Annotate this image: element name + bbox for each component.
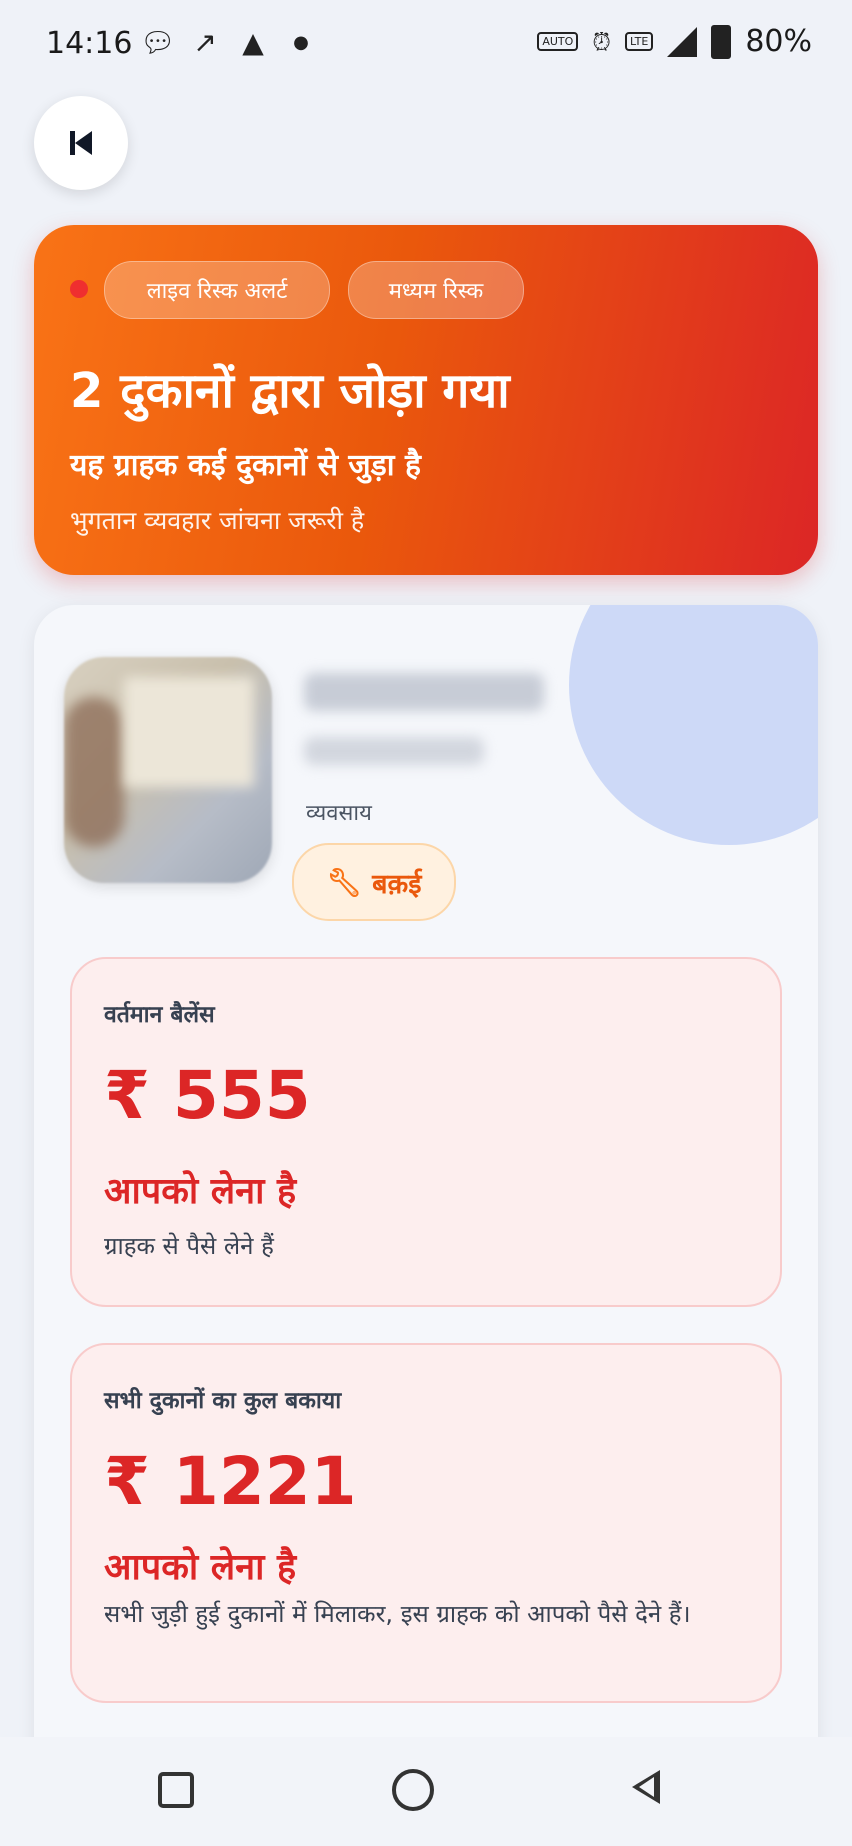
auto-hz-icon: AUTO	[537, 32, 579, 51]
risk-level-badge: मध्यम रिस्क	[348, 261, 524, 319]
customer-avatar[interactable]	[64, 657, 272, 883]
total-due-status: आपको लेना है	[104, 1547, 297, 1588]
total-due-amount: ₹ 1221	[104, 1443, 357, 1520]
chat-icon: 💬︎	[140, 26, 176, 59]
status-time: 14:16	[46, 26, 133, 61]
risk-alert-card: लाइव रिस्क अलर्ट मध्यम रिस्क 2 दुकानों द…	[34, 225, 818, 575]
current-balance-amount: ₹ 555	[104, 1057, 311, 1134]
alert-subtitle: यह ग्राहक कई दुकानों से जुड़ा है	[70, 448, 421, 483]
business-label: व्यवसाय	[306, 801, 372, 826]
alert-note: भुगतान व्यवहार जांचना जरूरी है	[70, 506, 365, 535]
battery-percent: 80%	[745, 24, 812, 59]
current-balance-description: ग्राहक से पैसे लेने हैं	[104, 1232, 274, 1260]
decorative-circle	[569, 605, 818, 845]
customer-phone-redacted	[304, 737, 484, 765]
wrench-icon: 🔧︎	[326, 865, 363, 899]
dot-icon: ●	[293, 32, 309, 53]
business-type-label: बक़ई	[372, 868, 422, 900]
home-button[interactable]	[392, 1769, 434, 1811]
missed-call-icon: ↗	[193, 26, 217, 59]
nav-arrow-icon: ▲	[242, 26, 264, 59]
customer-card: व्यवसाय 🔧︎ बक़ई वर्तमान बैलेंस ₹ 555 आपक…	[34, 605, 818, 1846]
live-indicator-dot	[70, 280, 88, 298]
current-balance-status: आपको लेना है	[104, 1171, 297, 1212]
battery-icon	[711, 24, 732, 59]
current-balance-card: वर्तमान बैलेंस ₹ 555 आपको लेना है ग्राहक…	[70, 957, 782, 1307]
total-due-label: सभी दुकानों का कुल बकाया	[104, 1388, 342, 1414]
status-bar: 14:16 💬︎ ↗ ▲ ● AUTO ⏰︎ LTE 80%	[0, 0, 852, 88]
system-nav-bar	[0, 1737, 852, 1846]
status-notification-icons: 💬︎ ↗ ▲ ●	[140, 26, 318, 59]
nav-back-button[interactable]	[632, 1770, 660, 1804]
volte-icon: LTE	[625, 32, 654, 51]
alarm-icon: ⏰︎	[592, 27, 612, 56]
business-type-tag: 🔧︎ बक़ई	[292, 843, 456, 921]
total-due-card: सभी दुकानों का कुल बकाया ₹ 1221 आपको लेन…	[70, 1343, 782, 1703]
customer-name-redacted	[304, 673, 544, 711]
status-system-icons: AUTO ⏰︎ LTE 80%	[537, 24, 812, 59]
current-balance-label: वर्तमान बैलेंस	[104, 1002, 215, 1028]
live-risk-alert-badge: लाइव रिस्क अलर्ट	[104, 261, 330, 319]
recents-button[interactable]	[158, 1772, 194, 1808]
back-button[interactable]	[34, 96, 128, 190]
signal-icon	[667, 26, 698, 57]
skip-back-icon	[70, 131, 92, 155]
total-due-description: सभी जुड़ी हुई दुकानों में मिलाकर, इस ग्र…	[104, 1600, 691, 1628]
alert-title: 2 दुकानों द्वारा जोड़ा गया	[70, 363, 510, 419]
